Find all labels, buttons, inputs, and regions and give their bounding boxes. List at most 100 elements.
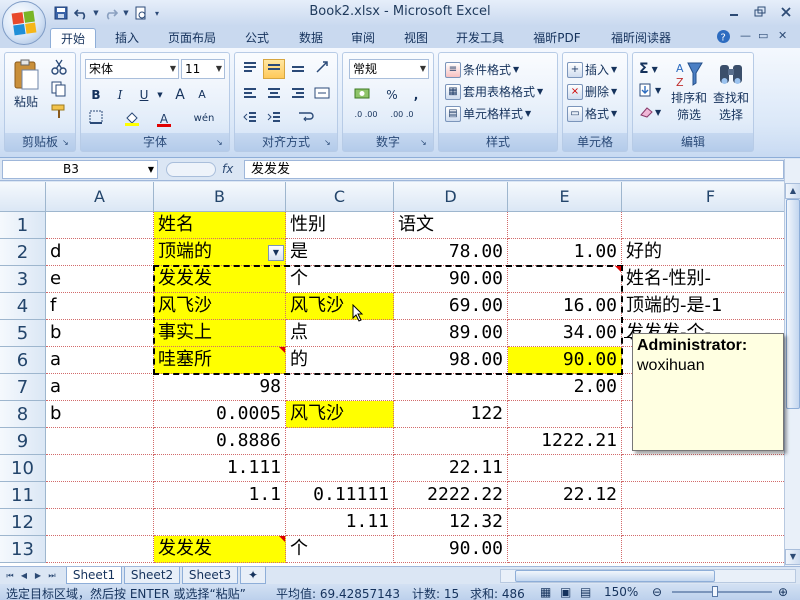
cell-f12[interactable] — [622, 509, 784, 536]
column-header-f[interactable]: F — [622, 182, 784, 212]
font-size-select[interactable]: 11 ▼ — [181, 59, 225, 79]
cell-a11[interactable] — [46, 482, 154, 509]
cell-c10[interactable] — [286, 455, 394, 482]
shrink-font-button[interactable]: A — [191, 85, 213, 105]
cell-f11[interactable] — [622, 482, 784, 509]
column-header-c[interactable]: C — [286, 182, 394, 212]
next-sheet-icon[interactable]: ▶ — [32, 569, 44, 582]
cell-c2[interactable]: 是 — [286, 239, 394, 266]
cell-d4[interactable]: 69.00 — [394, 293, 508, 320]
prev-sheet-icon[interactable]: ◀ — [18, 569, 30, 582]
cell-a4[interactable]: f — [46, 293, 154, 320]
cell-a12[interactable] — [46, 509, 154, 536]
cell-f4[interactable]: 顶端的-是-1 — [622, 293, 784, 320]
cell-e4[interactable]: 16.00 — [508, 293, 622, 320]
name-box[interactable]: B3 ▼ — [2, 160, 158, 179]
cell-c12[interactable]: 1.11 — [286, 509, 394, 536]
scroll-up-icon[interactable]: ▲ — [785, 183, 800, 199]
tab-page-layout[interactable]: 页面布局 — [158, 28, 226, 48]
fill-icon[interactable]: ▼ — [639, 83, 661, 97]
zoom-in-icon[interactable]: ⊕ — [778, 585, 788, 599]
tab-review[interactable]: 审阅 — [340, 28, 386, 48]
cell-a8[interactable]: b — [46, 401, 154, 428]
cell-b2[interactable]: 顶端的 — [154, 239, 286, 266]
tab-foxit-reader[interactable]: 福昕阅读器 — [600, 28, 682, 48]
cell-f1[interactable] — [622, 212, 784, 239]
tab-view[interactable]: 视图 — [393, 28, 439, 48]
cell-b9[interactable]: 0.8886 — [154, 428, 286, 455]
cell-a9[interactable] — [46, 428, 154, 455]
tab-data[interactable]: 数据 — [288, 28, 334, 48]
cell-c13[interactable]: 个 — [286, 536, 394, 563]
format-as-table-button[interactable]: ▦ 套用表格格式 ▼ — [445, 83, 543, 100]
cell-e12[interactable] — [508, 509, 622, 536]
cell-e2[interactable]: 1.00 — [508, 239, 622, 266]
cell-c11[interactable]: 0.11111 — [286, 482, 394, 509]
cell-f2[interactable]: 好的 — [622, 239, 784, 266]
comma-style-button[interactable]: , — [405, 85, 427, 105]
underline-dropdown-icon[interactable]: ▼ — [155, 85, 165, 105]
cell-b6[interactable]: 哇塞所 — [154, 347, 286, 374]
cell-d12[interactable]: 12.32 — [394, 509, 508, 536]
row-header-7[interactable]: 7 — [0, 374, 46, 401]
align-middle-icon[interactable] — [263, 59, 285, 79]
row-header-4[interactable]: 4 — [0, 293, 46, 320]
office-button[interactable] — [2, 1, 46, 45]
help-icon[interactable]: ? — [716, 29, 731, 47]
italic-button[interactable]: I — [109, 85, 131, 105]
cell-d9[interactable] — [394, 428, 508, 455]
cell-f3[interactable]: 姓名-性别- — [622, 266, 784, 293]
minimize-icon[interactable] — [722, 2, 746, 22]
cell-e1[interactable] — [508, 212, 622, 239]
borders-icon[interactable] — [85, 109, 107, 129]
cell-e11[interactable]: 22.12 — [508, 482, 622, 509]
cell-styles-button[interactable]: ▤ 单元格样式 ▼ — [445, 105, 531, 122]
cell-d2[interactable]: 78.00 — [394, 239, 508, 266]
cell-e8[interactable] — [508, 401, 622, 428]
row-header-10[interactable]: 10 — [0, 455, 46, 482]
cell-a1[interactable] — [46, 212, 154, 239]
cell-b10[interactable]: 1.111 — [154, 455, 286, 482]
cell-b1[interactable]: 姓名 — [154, 212, 286, 239]
cell-c3[interactable]: 个 — [286, 266, 394, 293]
text-orientation-icon[interactable] — [311, 59, 333, 79]
zoom-slider[interactable] — [672, 591, 772, 593]
cell-b7[interactable]: 98 — [154, 374, 286, 401]
align-left-icon[interactable] — [239, 85, 261, 105]
decrease-indent-icon[interactable] — [239, 109, 261, 129]
formula-input[interactable]: 发发发 — [244, 160, 784, 179]
align-center-icon[interactable] — [263, 85, 285, 105]
conditional-format-button[interactable]: ≡ 条件格式 ▼ — [445, 61, 519, 78]
number-launcher-icon[interactable]: ↘ — [420, 137, 431, 148]
insert-function-button[interactable]: fx — [222, 162, 233, 176]
row-header-8[interactable]: 8 — [0, 401, 46, 428]
cell-b4[interactable]: 风飞沙 — [154, 293, 286, 320]
ribbon-minimize-icon[interactable]: — — [740, 29, 751, 42]
font-name-select[interactable]: 宋体 ▼ — [85, 59, 179, 79]
sort-filter-button[interactable]: AZ 排序和 筛选 — [669, 59, 709, 123]
restore-icon[interactable] — [748, 2, 772, 22]
cell-a7[interactable]: a — [46, 374, 154, 401]
page-layout-view-icon[interactable]: ▣ — [560, 585, 571, 599]
cell-e7[interactable]: 2.00 — [508, 374, 622, 401]
vertical-scrollbar[interactable]: ▲ ▼ — [784, 159, 800, 566]
alignment-launcher-icon[interactable]: ↘ — [324, 137, 335, 148]
cell-a5[interactable]: b — [46, 320, 154, 347]
row-header-5[interactable]: 5 — [0, 320, 46, 347]
tab-foxit-pdf[interactable]: 福昕PDF — [524, 28, 590, 48]
accounting-format-icon[interactable] — [351, 85, 373, 105]
autosum-button[interactable]: Σ ▼ — [639, 61, 658, 77]
cell-d10[interactable]: 22.11 — [394, 455, 508, 482]
insert-sheet-icon[interactable]: ✦ — [240, 567, 266, 584]
cut-icon[interactable] — [51, 59, 67, 75]
cell-e13[interactable] — [508, 536, 622, 563]
cell-d8[interactable]: 122 — [394, 401, 508, 428]
zoom-slider-handle[interactable] — [712, 586, 718, 597]
percent-button[interactable]: % — [381, 85, 403, 105]
cell-e9[interactable]: 1222.21 — [508, 428, 622, 455]
cell-b11[interactable]: 1.1 — [154, 482, 286, 509]
cell-c9[interactable] — [286, 428, 394, 455]
insert-cells-button[interactable]: + 插入 ▼ — [567, 61, 617, 78]
clipboard-launcher-icon[interactable]: ↘ — [62, 137, 73, 148]
paste-button[interactable]: 粘贴 — [11, 59, 41, 117]
